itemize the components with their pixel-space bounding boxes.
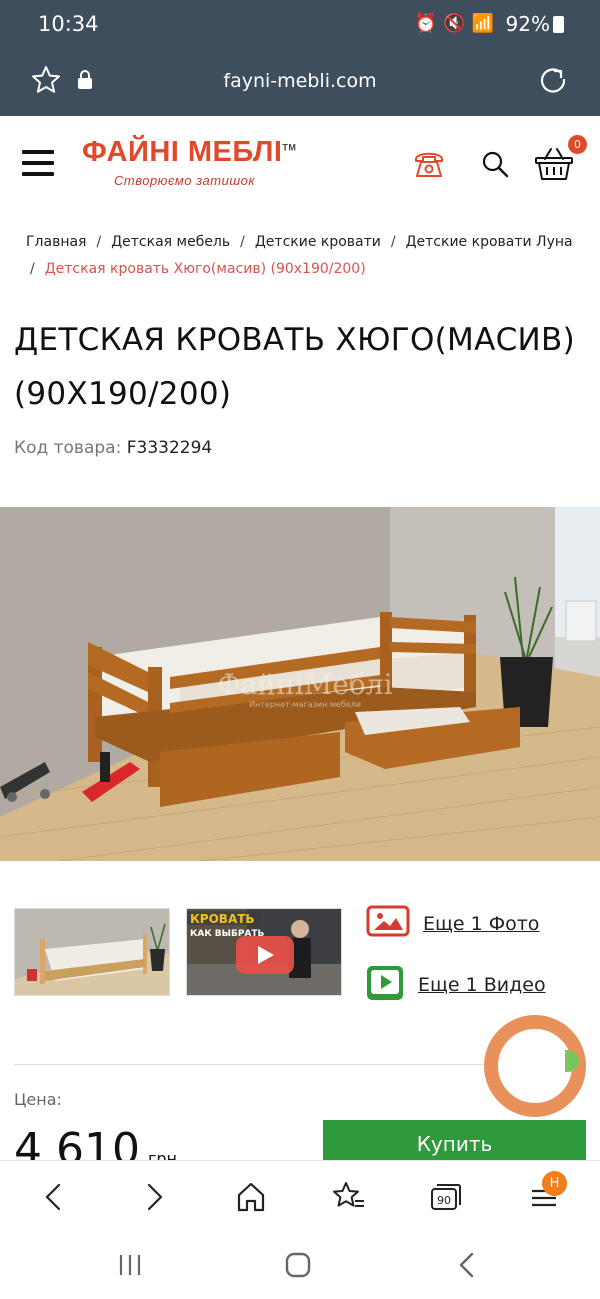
status-bar: 10:34 ⏰🔇📶 92%	[0, 0, 600, 48]
breadcrumb: Главная / Детская мебель / Детские кровати / Д…	[26, 234, 573, 277]
logo-text: ФАЙНІ МЕБЛІTM	[82, 136, 297, 168]
breadcrumb-item[interactable]: Детские кровати	[255, 234, 381, 250]
product-sku: Код товара: F3332294	[14, 438, 212, 458]
product-main-image[interactable]: ФайніМеблі Интернет-магазин мебели	[0, 507, 600, 861]
price-currency: грн	[147, 1149, 177, 1160]
status-icons: ⏰🔇📶	[414, 13, 500, 34]
recent-apps-icon[interactable]	[116, 1252, 144, 1278]
basket-icon[interactable]	[534, 144, 574, 182]
breadcrumb-current: Детская кровать Хюго(масив) (90х190/200)	[44, 261, 366, 277]
site-logo[interactable]: ФАЙНІ МЕБЛІTM Створюємо затишок	[82, 136, 312, 196]
reload-icon[interactable]	[538, 65, 568, 95]
video-caption: КРОВАТЬ	[190, 912, 255, 926]
video-icon	[367, 966, 403, 1000]
bookmarks-icon[interactable]	[331, 1179, 367, 1215]
home-icon[interactable]	[233, 1179, 269, 1215]
breadcrumb-item[interactable]: Детская мебель	[111, 234, 230, 250]
system-back-icon[interactable]	[454, 1251, 480, 1279]
image-watermark-sub: Интернет-магазин мебели	[249, 700, 361, 709]
battery-icon	[553, 16, 564, 33]
breadcrumb-item[interactable]: Главная	[26, 234, 86, 250]
site-header: ФАЙНІ МЕБЛІTM Створюємо затишок	[0, 116, 600, 206]
browser-toolbar: 90	[0, 1160, 600, 1230]
battery-level: 92%	[506, 12, 564, 36]
price-value: 4 610	[14, 1128, 140, 1160]
home-button-icon[interactable]	[284, 1251, 312, 1279]
price-label: Цена:	[14, 1090, 62, 1109]
image-watermark: ФайніМеблі	[217, 668, 392, 701]
product-title: ДЕТСКАЯ КРОВАТЬ ХЮГО(МАСИВ) (90Х190/200)	[14, 322, 575, 412]
cart-count-badge: 0	[568, 135, 587, 154]
android-nav-bar	[0, 1230, 600, 1299]
buy-button[interactable]: Купить	[323, 1120, 586, 1160]
menu-icon[interactable]	[22, 150, 54, 176]
more-photos-link[interactable]: Еще 1 Фото	[366, 905, 539, 942]
tabs-count: 90	[437, 1194, 451, 1207]
phone-icon[interactable]	[412, 146, 446, 180]
back-icon[interactable]	[36, 1179, 72, 1215]
more-videos-link[interactable]: Еще 1 Видео	[366, 964, 546, 1007]
forward-icon[interactable]	[136, 1179, 172, 1215]
search-icon[interactable]	[481, 150, 509, 178]
photo-icon	[366, 905, 410, 937]
sku-label: Код товара:	[14, 438, 122, 458]
status-time: 10:34	[38, 12, 99, 36]
video-thumbnail[interactable]: КРОВАТЬ КАК ВЫБРАТЬ	[186, 908, 342, 996]
price: 4 610 грн	[14, 1128, 177, 1160]
browser-url-bar: fayni-mebli.com	[0, 48, 600, 116]
menu-notification-badge: Н	[542, 1171, 567, 1196]
tabs-icon[interactable]: 90	[428, 1179, 464, 1215]
product-thumbnail[interactable]	[14, 908, 170, 996]
breadcrumb-item[interactable]: Детские кровати Луна	[406, 234, 573, 250]
url-text[interactable]: fayni-mebli.com	[0, 70, 600, 92]
sku-value: F3332294	[126, 438, 213, 458]
logo-slogan: Створюємо затишок	[114, 173, 255, 188]
